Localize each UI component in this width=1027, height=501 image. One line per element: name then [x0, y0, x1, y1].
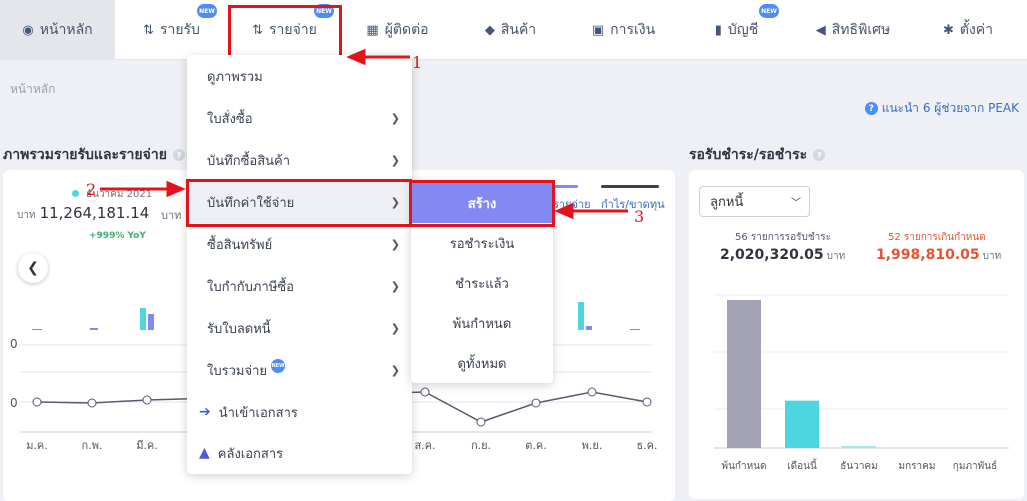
- annotation-number-1: 1: [412, 53, 423, 72]
- arrow-1-head: [346, 48, 366, 66]
- arrow-3-head: [554, 202, 574, 220]
- annotation-number-3: 3: [634, 207, 645, 226]
- annotation-number-2: 2: [86, 180, 97, 199]
- arrow-2-head: [166, 180, 186, 198]
- annotation-arrows: [100, 48, 628, 220]
